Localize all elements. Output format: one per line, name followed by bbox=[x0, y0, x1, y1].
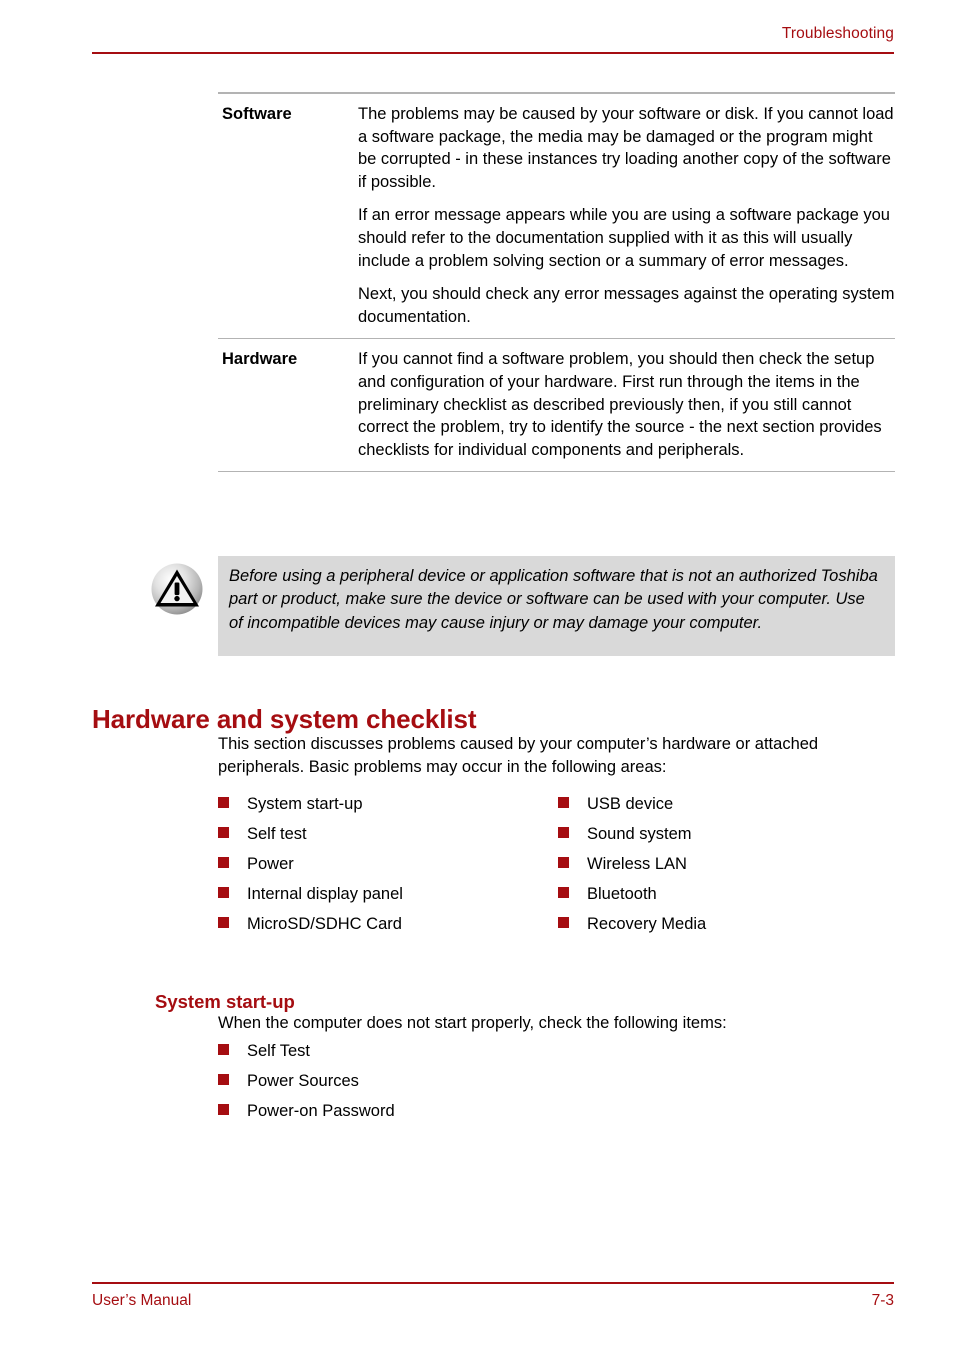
list-item: MicroSD/SDHC Card bbox=[218, 913, 558, 943]
list-item-label: Power bbox=[247, 855, 294, 873]
footer-manual-label: User’s Manual bbox=[92, 1292, 192, 1309]
list-item: Power Sources bbox=[218, 1070, 818, 1100]
list-item-label: Sound system bbox=[587, 825, 692, 843]
list-item: Self Test bbox=[218, 1040, 818, 1070]
header-chapter-title: Troubleshooting bbox=[781, 25, 894, 42]
square-bullet-icon bbox=[218, 1044, 229, 1055]
square-bullet-icon bbox=[218, 827, 229, 838]
list-item-label: Self test bbox=[247, 825, 307, 843]
list-item: Sound system bbox=[558, 823, 898, 853]
list-item-label: Power Sources bbox=[247, 1072, 359, 1090]
square-bullet-icon bbox=[558, 827, 569, 838]
definition-table: Software The problems may be caused by y… bbox=[218, 92, 895, 473]
list-item: Internal display panel bbox=[218, 883, 558, 913]
footer-row: User’s Manual 7-3 bbox=[92, 1291, 894, 1311]
paragraph: The problems may be caused by your softw… bbox=[358, 105, 894, 191]
subsection-checklist: Self Test Power Sources Power-on Passwor… bbox=[218, 1040, 818, 1130]
document-page: Troubleshooting Software The problems ma… bbox=[0, 0, 954, 1352]
checklist-left-list: System start-up Self test Power Internal… bbox=[218, 793, 558, 943]
square-bullet-icon bbox=[558, 887, 569, 898]
table-row-description: The problems may be caused by your softw… bbox=[358, 103, 895, 328]
warning-triangle-icon bbox=[150, 562, 204, 616]
list-item: Wireless LAN bbox=[558, 853, 898, 883]
list-item: Self test bbox=[218, 823, 558, 853]
paragraph: If you cannot find a software problem, y… bbox=[358, 350, 882, 459]
list-item-label: Self Test bbox=[247, 1042, 310, 1060]
caution-callout: Before using a peripheral device or appl… bbox=[92, 556, 895, 656]
square-bullet-icon bbox=[218, 1074, 229, 1085]
page-footer: User’s Manual 7-3 bbox=[92, 1282, 894, 1311]
table-bottom-rule bbox=[218, 471, 895, 473]
table-row-term: Hardware bbox=[222, 350, 298, 369]
square-bullet-icon bbox=[558, 917, 569, 928]
page-header: Troubleshooting bbox=[92, 24, 894, 54]
footer-divider bbox=[92, 1282, 894, 1284]
paragraph: Next, you should check any error message… bbox=[358, 285, 895, 326]
table-row: Software The problems may be caused by y… bbox=[218, 94, 895, 338]
square-bullet-icon bbox=[218, 917, 229, 928]
caution-box: Before using a peripheral device or appl… bbox=[218, 556, 895, 656]
section-intro-paragraph: This section discusses problems caused b… bbox=[218, 735, 819, 776]
list-item-label: Recovery Media bbox=[587, 915, 707, 933]
section-heading: Hardware and system checklist bbox=[92, 704, 477, 735]
square-bullet-icon bbox=[218, 797, 229, 808]
square-bullet-icon bbox=[558, 797, 569, 808]
checklist-columns: System start-up Self test Power Internal… bbox=[218, 793, 898, 943]
table-row-term: Software bbox=[222, 105, 292, 123]
list-item-label: System start-up bbox=[247, 795, 363, 813]
caution-text: Before using a peripheral device or appl… bbox=[229, 567, 878, 632]
list-item-label: Internal display panel bbox=[247, 885, 403, 903]
subsection-intro-paragraph: When the computer does not start properl… bbox=[218, 1014, 727, 1032]
paragraph: If an error message appears while you ar… bbox=[358, 206, 890, 270]
list-item-label: MicroSD/SDHC Card bbox=[247, 915, 402, 933]
list-item: Recovery Media bbox=[558, 913, 898, 943]
table-row-description: If you cannot find a software problem, y… bbox=[358, 348, 895, 461]
square-bullet-icon bbox=[218, 857, 229, 868]
list-item: Bluetooth bbox=[558, 883, 898, 913]
square-bullet-icon bbox=[218, 887, 229, 898]
list-item: Power bbox=[218, 853, 558, 883]
checklist-column-right: USB device Sound system Wireless LAN Blu… bbox=[558, 793, 898, 943]
list-item: System start-up bbox=[218, 793, 558, 823]
list-item-label: USB device bbox=[587, 795, 674, 813]
list-item: Power-on Password bbox=[218, 1100, 818, 1130]
checklist-right-list: USB device Sound system Wireless LAN Blu… bbox=[558, 793, 898, 943]
square-bullet-icon bbox=[558, 857, 569, 868]
list-item-label: Power-on Password bbox=[247, 1102, 395, 1120]
footer-page-number: 7-3 bbox=[871, 1292, 894, 1309]
subsection-heading: System start-up bbox=[155, 991, 295, 1013]
square-bullet-icon bbox=[218, 1104, 229, 1115]
list-item: USB device bbox=[558, 793, 898, 823]
list-item-label: Bluetooth bbox=[587, 885, 657, 903]
table-row: Hardware If you cannot find a software p… bbox=[218, 339, 895, 471]
list-item-label: Wireless LAN bbox=[587, 855, 687, 873]
header-divider bbox=[92, 52, 894, 54]
checklist-column-left: System start-up Self test Power Internal… bbox=[218, 793, 558, 943]
